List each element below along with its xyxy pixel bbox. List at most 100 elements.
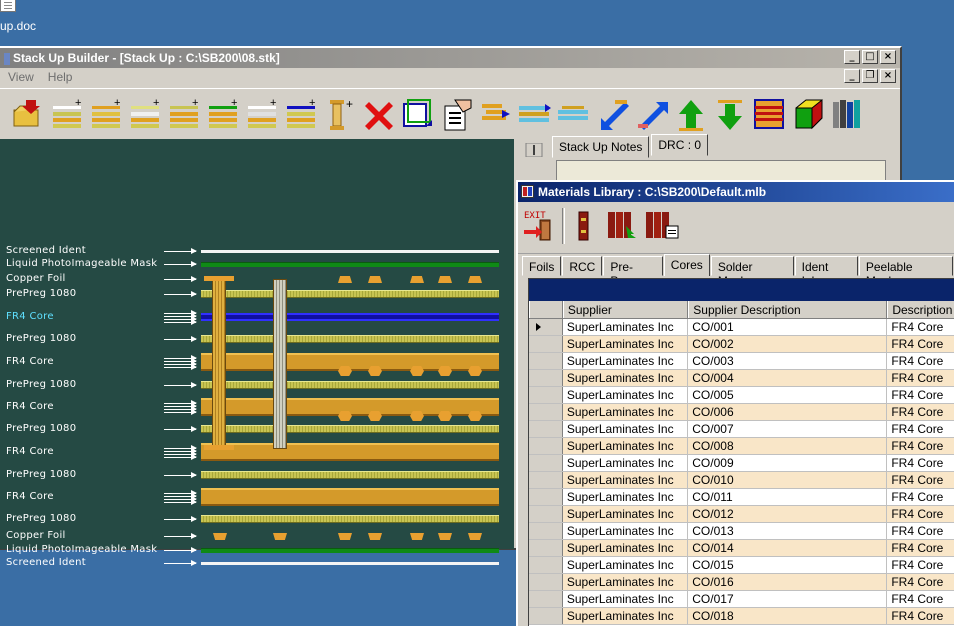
table-row[interactable]: SuperLaminates Inc CO/013 FR4 Core xyxy=(529,523,954,540)
row-selector[interactable] xyxy=(529,506,563,522)
splitter-handle[interactable] xyxy=(516,142,544,158)
screen-ident-layer[interactable] xyxy=(201,562,499,565)
desktop-doc-icon[interactable]: up.doc xyxy=(0,0,40,40)
table-cell[interactable]: CO/002 xyxy=(688,336,888,352)
table-cell[interactable]: SuperLaminates Inc xyxy=(563,421,689,437)
layer-label[interactable]: Copper Foil xyxy=(6,273,66,284)
table-cell[interactable]: CO/004 xyxy=(688,370,888,386)
via-barrel[interactable] xyxy=(212,279,226,449)
books-arrow-icon[interactable] xyxy=(606,208,640,242)
add-screen-ident-icon[interactable]: + xyxy=(47,95,86,133)
table-cell[interactable]: SuperLaminates Inc xyxy=(563,608,689,624)
via-barrel[interactable] xyxy=(273,279,287,449)
table-cell[interactable]: FR4 Core xyxy=(887,557,954,573)
table-cell[interactable]: SuperLaminates Inc xyxy=(563,574,689,590)
table-cell[interactable]: CO/018 xyxy=(688,608,888,624)
layer-label[interactable]: FR4 Core xyxy=(6,446,54,457)
table-row[interactable]: SuperLaminates Inc CO/003 FR4 Core xyxy=(529,353,954,370)
tab-rcc[interactable]: RCC xyxy=(562,256,603,276)
table-cell[interactable]: SuperLaminates Inc xyxy=(563,540,689,556)
table-cell[interactable]: CO/009 xyxy=(688,455,888,471)
library-icon[interactable] xyxy=(827,95,866,133)
table-cell[interactable]: FR4 Core xyxy=(887,387,954,403)
close-button[interactable]: × xyxy=(880,50,896,64)
tab-solder-masks[interactable]: Solder Masks xyxy=(710,256,794,288)
table-cell[interactable]: FR4 Core xyxy=(887,506,954,522)
row-selector[interactable] xyxy=(529,489,563,505)
table-cell[interactable]: SuperLaminates Inc xyxy=(563,472,689,488)
table-row[interactable]: SuperLaminates Inc CO/002 FR4 Core xyxy=(529,336,954,353)
layer-label[interactable]: PrePreg 1080 xyxy=(6,469,76,480)
prepreg-layer[interactable] xyxy=(201,425,499,433)
table-cell[interactable]: SuperLaminates Inc xyxy=(563,438,689,454)
table-cell[interactable]: FR4 Core xyxy=(887,608,954,624)
prepreg-layer[interactable] xyxy=(201,381,499,389)
table-cell[interactable]: CO/006 xyxy=(688,404,888,420)
layer-label[interactable]: FR4 Core xyxy=(6,356,54,367)
row-selector[interactable] xyxy=(529,608,563,624)
table-row[interactable]: SuperLaminates Inc CO/017 FR4 Core xyxy=(529,591,954,608)
layer-label[interactable]: FR4 Core xyxy=(6,311,54,322)
row-selector[interactable] xyxy=(529,591,563,607)
table-cell[interactable]: CO/017 xyxy=(688,591,888,607)
add-foil-icon[interactable]: + xyxy=(242,95,281,133)
tab-pre-preg[interactable]: Pre-Preg xyxy=(603,256,663,288)
table-cell[interactable]: CO/001 xyxy=(688,319,888,335)
row-selector[interactable] xyxy=(529,404,563,420)
add-preg-icon[interactable]: + xyxy=(164,95,203,133)
row-selector[interactable] xyxy=(529,353,563,369)
minimize-button[interactable]: _ xyxy=(844,50,860,64)
row-selector[interactable] xyxy=(529,472,563,488)
table-row[interactable]: SuperLaminates Inc CO/018 FR4 Core xyxy=(529,608,954,625)
table-cell[interactable]: SuperLaminates Inc xyxy=(563,404,689,420)
child-restore-button[interactable]: ❐ xyxy=(862,69,878,83)
core-layer[interactable] xyxy=(201,488,499,506)
table-row[interactable]: SuperLaminates Inc CO/008 FR4 Core xyxy=(529,438,954,455)
layer-label[interactable]: PrePreg 1080 xyxy=(6,379,76,390)
row-selector[interactable] xyxy=(529,540,563,556)
table-row[interactable]: SuperLaminates Inc CO/001 FR4 Core xyxy=(529,319,954,336)
row-selector[interactable] xyxy=(529,336,563,352)
open-icon[interactable] xyxy=(8,95,47,133)
table-row[interactable]: SuperLaminates Inc CO/009 FR4 Core xyxy=(529,455,954,472)
table-cell[interactable]: FR4 Core xyxy=(887,336,954,352)
row-selector[interactable] xyxy=(529,421,563,437)
arrow-up-right-icon[interactable] xyxy=(632,95,671,133)
table-cell[interactable]: CO/012 xyxy=(688,506,888,522)
child-close-button[interactable]: × xyxy=(880,69,896,83)
tab-stack-up-notes[interactable]: Stack Up Notes xyxy=(552,136,650,158)
prepreg-layer[interactable] xyxy=(201,515,499,523)
prepreg-layer[interactable] xyxy=(201,471,499,479)
table-cell[interactable]: FR4 Core xyxy=(887,540,954,556)
table-cell[interactable]: SuperLaminates Inc xyxy=(563,336,689,352)
maximize-button[interactable]: □ xyxy=(862,50,878,64)
add-core-icon[interactable]: + xyxy=(203,95,242,133)
table-cell[interactable]: FR4 Core xyxy=(887,421,954,437)
table-cell[interactable]: CO/014 xyxy=(688,540,888,556)
core-layer-selected[interactable] xyxy=(201,313,499,321)
child-minimize-button[interactable]: _ xyxy=(844,69,860,83)
shrink-icon[interactable] xyxy=(554,95,593,133)
table-cell[interactable]: FR4 Core xyxy=(887,353,954,369)
row-selector[interactable] xyxy=(529,370,563,386)
arrow-down-left-icon[interactable] xyxy=(593,95,632,133)
row-selector[interactable] xyxy=(529,387,563,403)
tab-ident-inks[interactable]: Ident Inks xyxy=(794,256,858,288)
table-cell[interactable]: SuperLaminates Inc xyxy=(563,557,689,573)
column-header-description[interactable]: Description xyxy=(887,301,954,318)
main-title-bar[interactable]: Stack Up Builder - [Stack Up : C:\SB200\… xyxy=(0,48,900,68)
stack-up-view[interactable]: Screened Ident Liquid PhotoImageable Mask… xyxy=(0,139,514,568)
table-cell[interactable]: CO/013 xyxy=(688,523,888,539)
row-selector[interactable] xyxy=(529,455,563,471)
table-cell[interactable]: FR4 Core xyxy=(887,591,954,607)
table-row[interactable]: SuperLaminates Inc CO/015 FR4 Core xyxy=(529,557,954,574)
move-icon[interactable] xyxy=(476,95,515,133)
table-row[interactable]: SuperLaminates Inc CO/010 FR4 Core xyxy=(529,472,954,489)
row-selector[interactable] xyxy=(529,574,563,590)
table-row[interactable]: SuperLaminates Inc CO/004 FR4 Core xyxy=(529,370,954,387)
table-cell[interactable]: FR4 Core xyxy=(887,472,954,488)
row-selector[interactable] xyxy=(529,557,563,573)
menu-help[interactable]: Help xyxy=(48,70,73,84)
screen-ident-layer[interactable] xyxy=(201,250,499,253)
table-row[interactable]: SuperLaminates Inc CO/006 FR4 Core xyxy=(529,404,954,421)
